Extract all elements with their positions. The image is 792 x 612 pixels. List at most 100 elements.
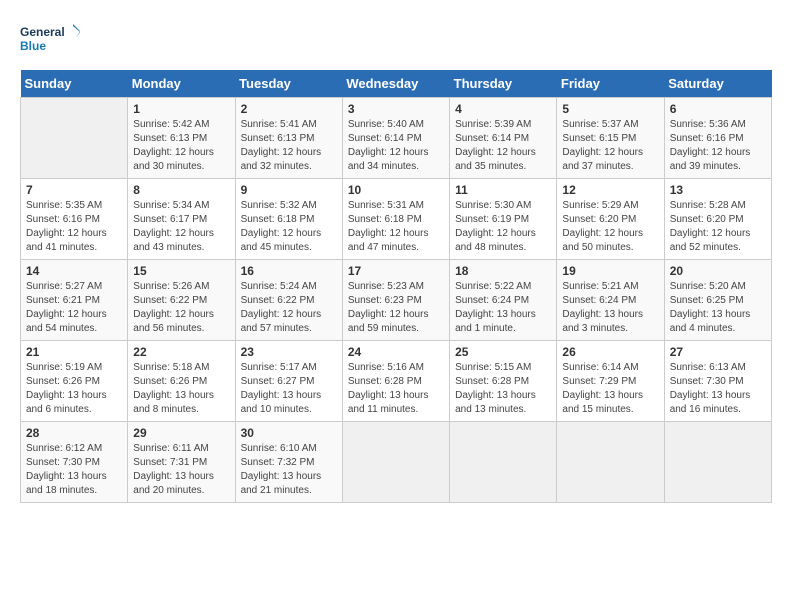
day-info: Sunrise: 5:26 AM Sunset: 6:22 PM Dayligh…	[133, 280, 229, 336]
calendar-cell: 6 Sunrise: 5:36 AM Sunset: 6:16 PM Daylig…	[664, 98, 771, 179]
day-info: Sunrise: 6:12 AM Sunset: 7:30 PM Dayligh…	[26, 442, 122, 498]
day-info: Sunrise: 5:27 AM Sunset: 6:21 PM Dayligh…	[26, 280, 122, 336]
day-number: 14	[26, 264, 122, 278]
calendar-cell	[664, 422, 771, 503]
weekday-header: Thursday	[450, 70, 557, 98]
calendar-cell: 17 Sunrise: 5:23 AM Sunset: 6:23 PM Dayli…	[342, 260, 449, 341]
day-info: Sunrise: 5:36 AM Sunset: 6:16 PM Dayligh…	[670, 118, 766, 174]
calendar-cell	[342, 422, 449, 503]
day-number: 22	[133, 345, 229, 359]
week-row: 21 Sunrise: 5:19 AM Sunset: 6:26 PM Dayli…	[21, 341, 772, 422]
weekday-header: Tuesday	[235, 70, 342, 98]
weekday-header: Friday	[557, 70, 664, 98]
calendar-cell: 16 Sunrise: 5:24 AM Sunset: 6:22 PM Dayli…	[235, 260, 342, 341]
day-info: Sunrise: 5:15 AM Sunset: 6:28 PM Dayligh…	[455, 361, 551, 417]
calendar-cell: 25 Sunrise: 5:15 AM Sunset: 6:28 PM Dayli…	[450, 341, 557, 422]
week-row: 7 Sunrise: 5:35 AM Sunset: 6:16 PM Daylig…	[21, 179, 772, 260]
day-number: 16	[241, 264, 337, 278]
day-info: Sunrise: 6:14 AM Sunset: 7:29 PM Dayligh…	[562, 361, 658, 417]
day-info: Sunrise: 5:23 AM Sunset: 6:23 PM Dayligh…	[348, 280, 444, 336]
calendar-cell: 23 Sunrise: 5:17 AM Sunset: 6:27 PM Dayli…	[235, 341, 342, 422]
day-info: Sunrise: 5:39 AM Sunset: 6:14 PM Dayligh…	[455, 118, 551, 174]
day-number: 25	[455, 345, 551, 359]
day-info: Sunrise: 5:31 AM Sunset: 6:18 PM Dayligh…	[348, 199, 444, 255]
weekday-header: Wednesday	[342, 70, 449, 98]
calendar-cell: 8 Sunrise: 5:34 AM Sunset: 6:17 PM Daylig…	[128, 179, 235, 260]
day-info: Sunrise: 5:29 AM Sunset: 6:20 PM Dayligh…	[562, 199, 658, 255]
week-row: 1 Sunrise: 5:42 AM Sunset: 6:13 PM Daylig…	[21, 98, 772, 179]
calendar-cell	[557, 422, 664, 503]
day-info: Sunrise: 5:30 AM Sunset: 6:19 PM Dayligh…	[455, 199, 551, 255]
calendar-cell	[21, 98, 128, 179]
weekday-header: Saturday	[664, 70, 771, 98]
calendar-cell: 12Sunrise: 5:29 AM Sunset: 6:20 PM Dayli…	[557, 179, 664, 260]
day-number: 10	[348, 183, 444, 197]
day-number: 17	[348, 264, 444, 278]
day-info: Sunrise: 5:24 AM Sunset: 6:22 PM Dayligh…	[241, 280, 337, 336]
calendar-cell: 29Sunrise: 6:11 AM Sunset: 7:31 PM Dayli…	[128, 422, 235, 503]
calendar-cell: 7 Sunrise: 5:35 AM Sunset: 6:16 PM Daylig…	[21, 179, 128, 260]
calendar-table: SundayMondayTuesdayWednesdayThursdayFrid…	[20, 70, 772, 503]
day-number: 11	[455, 183, 551, 197]
day-number: 2	[241, 102, 337, 116]
svg-text:General: General	[20, 25, 65, 39]
header: General Blue	[20, 20, 772, 60]
day-info: Sunrise: 5:21 AM Sunset: 6:24 PM Dayligh…	[562, 280, 658, 336]
calendar-cell: 24 Sunrise: 5:16 AM Sunset: 6:28 PM Dayli…	[342, 341, 449, 422]
day-number: 1	[133, 102, 229, 116]
week-row: 28 Sunrise: 6:12 AM Sunset: 7:30 PM Dayli…	[21, 422, 772, 503]
day-number: 26	[562, 345, 658, 359]
calendar-cell: 20 Sunrise: 5:20 AM Sunset: 6:25 PM Dayli…	[664, 260, 771, 341]
day-number: 23	[241, 345, 337, 359]
calendar-cell: 3Sunrise: 5:40 AM Sunset: 6:14 PM Daylig…	[342, 98, 449, 179]
logo-svg: General Blue	[20, 20, 80, 60]
calendar-cell: 26 Sunrise: 6:14 AM Sunset: 7:29 PM Dayli…	[557, 341, 664, 422]
day-number: 4	[455, 102, 551, 116]
day-info: Sunrise: 5:42 AM Sunset: 6:13 PM Dayligh…	[133, 118, 229, 174]
calendar-cell: 11 Sunrise: 5:30 AM Sunset: 6:19 PM Dayli…	[450, 179, 557, 260]
day-info: Sunrise: 6:10 AM Sunset: 7:32 PM Dayligh…	[241, 442, 337, 498]
day-info: Sunrise: 5:16 AM Sunset: 6:28 PM Dayligh…	[348, 361, 444, 417]
calendar-cell: 22 Sunrise: 5:18 AM Sunset: 6:26 PM Dayli…	[128, 341, 235, 422]
day-info: Sunrise: 5:17 AM Sunset: 6:27 PM Dayligh…	[241, 361, 337, 417]
day-number: 6	[670, 102, 766, 116]
day-number: 27	[670, 345, 766, 359]
calendar-cell: 1 Sunrise: 5:42 AM Sunset: 6:13 PM Daylig…	[128, 98, 235, 179]
calendar-cell: 28 Sunrise: 6:12 AM Sunset: 7:30 PM Dayli…	[21, 422, 128, 503]
calendar-cell: 5Sunrise: 5:37 AM Sunset: 6:15 PM Daylig…	[557, 98, 664, 179]
day-info: Sunrise: 5:32 AM Sunset: 6:18 PM Dayligh…	[241, 199, 337, 255]
day-info: Sunrise: 6:11 AM Sunset: 7:31 PM Dayligh…	[133, 442, 229, 498]
day-number: 24	[348, 345, 444, 359]
day-number: 21	[26, 345, 122, 359]
day-info: Sunrise: 5:28 AM Sunset: 6:20 PM Dayligh…	[670, 199, 766, 255]
day-number: 7	[26, 183, 122, 197]
day-number: 3	[348, 102, 444, 116]
weekday-header: Sunday	[21, 70, 128, 98]
weekday-header-row: SundayMondayTuesdayWednesdayThursdayFrid…	[21, 70, 772, 98]
day-info: Sunrise: 5:34 AM Sunset: 6:17 PM Dayligh…	[133, 199, 229, 255]
day-info: Sunrise: 5:19 AM Sunset: 6:26 PM Dayligh…	[26, 361, 122, 417]
day-number: 15	[133, 264, 229, 278]
day-info: Sunrise: 5:35 AM Sunset: 6:16 PM Dayligh…	[26, 199, 122, 255]
calendar-cell: 14 Sunrise: 5:27 AM Sunset: 6:21 PM Dayli…	[21, 260, 128, 341]
calendar-cell: 18Sunrise: 5:22 AM Sunset: 6:24 PM Dayli…	[450, 260, 557, 341]
calendar-cell: 9 Sunrise: 5:32 AM Sunset: 6:18 PM Daylig…	[235, 179, 342, 260]
day-info: Sunrise: 6:13 AM Sunset: 7:30 PM Dayligh…	[670, 361, 766, 417]
calendar-cell: 10 Sunrise: 5:31 AM Sunset: 6:18 PM Dayli…	[342, 179, 449, 260]
day-number: 9	[241, 183, 337, 197]
day-info: Sunrise: 5:20 AM Sunset: 6:25 PM Dayligh…	[670, 280, 766, 336]
day-info: Sunrise: 5:22 AM Sunset: 6:24 PM Dayligh…	[455, 280, 551, 336]
day-number: 13	[670, 183, 766, 197]
day-number: 20	[670, 264, 766, 278]
day-info: Sunrise: 5:41 AM Sunset: 6:13 PM Dayligh…	[241, 118, 337, 174]
day-number: 28	[26, 426, 122, 440]
day-info: Sunrise: 5:18 AM Sunset: 6:26 PM Dayligh…	[133, 361, 229, 417]
day-number: 30	[241, 426, 337, 440]
weekday-header: Monday	[128, 70, 235, 98]
calendar-cell: 15 Sunrise: 5:26 AM Sunset: 6:22 PM Dayli…	[128, 260, 235, 341]
calendar-cell: 4 Sunrise: 5:39 AM Sunset: 6:14 PM Daylig…	[450, 98, 557, 179]
calendar-cell: 19 Sunrise: 5:21 AM Sunset: 6:24 PM Dayli…	[557, 260, 664, 341]
logo: General Blue	[20, 20, 80, 60]
day-number: 19	[562, 264, 658, 278]
day-number: 8	[133, 183, 229, 197]
